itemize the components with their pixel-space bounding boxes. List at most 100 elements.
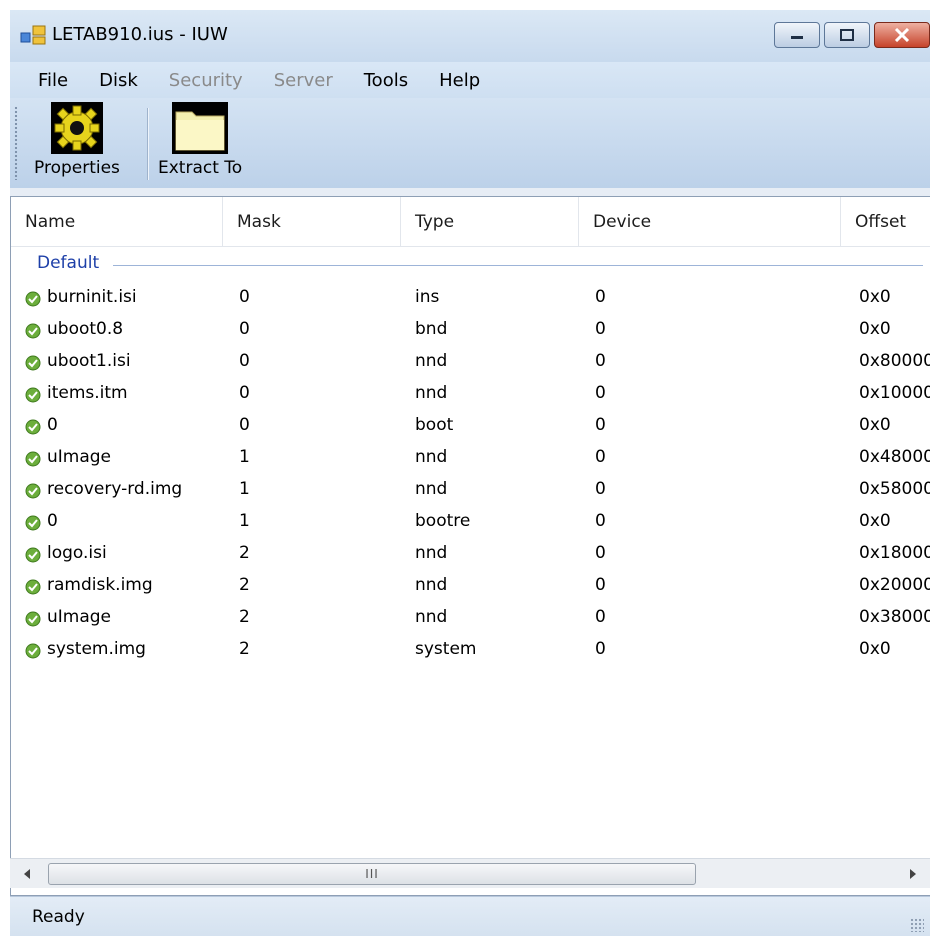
cell-name: burninit.isi <box>47 287 137 307</box>
menu-tools[interactable]: Tools <box>364 70 408 91</box>
cell-device: 0 <box>595 287 606 307</box>
check-circle-icon <box>25 419 41 435</box>
column-header-mask[interactable]: Mask <box>223 197 401 247</box>
folder-icon <box>172 102 229 154</box>
cell-mask: 1 <box>239 511 250 531</box>
menu-bar: File Disk Security Server Tools Help <box>10 62 930 98</box>
cell-name: recovery-rd.img <box>47 479 183 499</box>
table-row[interactable]: 0 0 boot 0 0x0 <box>11 411 930 443</box>
table-row[interactable]: items.itm 0 nnd 0 0x10000 <box>11 379 930 411</box>
minimize-button[interactable] <box>774 22 820 48</box>
properties-button[interactable]: Properties <box>34 102 120 184</box>
cell-name: uImage <box>47 607 112 627</box>
resize-grip[interactable] <box>910 918 924 932</box>
scroll-left-button[interactable] <box>10 859 44 889</box>
cell-device: 0 <box>595 575 606 595</box>
toolbar-separator <box>147 108 149 180</box>
column-header-name[interactable]: Name <box>11 197 223 247</box>
table-row[interactable]: system.img 2 system 0 0x0 <box>11 635 930 667</box>
cell-name: ramdisk.img <box>47 575 153 595</box>
cell-offset: 0x0 <box>859 287 891 307</box>
cell-mask: 2 <box>239 639 250 659</box>
close-icon <box>894 28 910 42</box>
cell-offset: 0x20000 <box>859 575 930 595</box>
status-bar: Ready <box>10 896 930 936</box>
column-header-offset[interactable]: Offset <box>841 197 930 247</box>
toolbar: Properties Extract To <box>10 98 930 188</box>
scroll-thumb[interactable]: III <box>48 863 696 885</box>
check-circle-icon <box>25 483 41 499</box>
cell-device: 0 <box>595 607 606 627</box>
menu-security[interactable]: Security <box>169 70 243 91</box>
menu-server[interactable]: Server <box>274 70 333 91</box>
title-bar: LETAB910.ius - IUW <box>10 10 930 62</box>
cell-device: 0 <box>595 415 606 435</box>
cell-type: nnd <box>415 351 448 371</box>
table-row[interactable]: logo.isi 2 nnd 0 0x18000 <box>11 539 930 571</box>
check-circle-icon <box>25 355 41 371</box>
cell-mask: 0 <box>239 319 250 339</box>
check-circle-icon <box>25 451 41 467</box>
group-label: Default <box>37 253 100 273</box>
cell-name: uboot0.8 <box>47 319 124 339</box>
cell-mask: 2 <box>239 607 250 627</box>
group-header[interactable]: Default <box>11 249 930 279</box>
check-circle-icon <box>25 579 41 595</box>
cell-device: 0 <box>595 351 606 371</box>
extract-to-label: Extract To <box>158 158 243 178</box>
cell-device: 0 <box>595 479 606 499</box>
cell-type: nnd <box>415 607 448 627</box>
check-circle-icon <box>25 323 41 339</box>
check-circle-icon <box>25 547 41 563</box>
table-row[interactable]: uboot0.8 0 bnd 0 0x0 <box>11 315 930 347</box>
cell-name: logo.isi <box>47 543 107 563</box>
check-circle-icon <box>25 611 41 627</box>
cell-type: bootre <box>415 511 471 531</box>
extract-to-button[interactable]: Extract To <box>158 102 242 184</box>
menu-file[interactable]: File <box>38 70 68 91</box>
maximize-button[interactable] <box>824 22 870 48</box>
cell-mask: 2 <box>239 543 250 563</box>
close-button[interactable] <box>874 22 930 48</box>
cell-offset: 0x80000 <box>859 351 930 371</box>
cell-type: bnd <box>415 319 448 339</box>
cell-mask: 1 <box>239 447 250 467</box>
minimize-icon <box>791 36 803 39</box>
cell-mask: 2 <box>239 575 250 595</box>
cell-type: nnd <box>415 383 448 403</box>
cell-type: system <box>415 639 477 659</box>
properties-label: Properties <box>34 158 120 178</box>
horizontal-scrollbar[interactable]: III <box>10 858 930 888</box>
table-row[interactable]: ramdisk.img 2 nnd 0 0x20000 <box>11 571 930 603</box>
cell-type: ins <box>415 287 440 307</box>
cell-device: 0 <box>595 511 606 531</box>
cell-type: nnd <box>415 447 448 467</box>
cell-device: 0 <box>595 447 606 467</box>
cell-offset: 0x0 <box>859 319 891 339</box>
check-circle-icon <box>25 291 41 307</box>
table-row[interactable]: 0 1 bootre 0 0x0 <box>11 507 930 539</box>
table-row[interactable]: recovery-rd.img 1 nnd 0 0x58000 <box>11 475 930 507</box>
table-row[interactable]: uImage 2 nnd 0 0x38000 <box>11 603 930 635</box>
cell-type: nnd <box>415 543 448 563</box>
list-rows: burninit.isi 0 ins 0 0x0 uboot0.8 0 bnd 0 0x0 uboo… <box>11 283 930 667</box>
group-divider <box>113 265 923 266</box>
maximize-icon <box>840 29 854 41</box>
column-header-type[interactable]: Type <box>401 197 579 247</box>
scroll-thumb-grip: III <box>365 867 379 881</box>
menu-help[interactable]: Help <box>439 70 480 91</box>
cell-name: items.itm <box>47 383 128 403</box>
cell-type: nnd <box>415 479 448 499</box>
table-row[interactable]: uImage 1 nnd 0 0x48000 <box>11 443 930 475</box>
column-header-device[interactable]: Device <box>579 197 841 247</box>
cell-type: boot <box>415 415 454 435</box>
toolbar-grip[interactable] <box>14 106 18 180</box>
scroll-right-button[interactable] <box>896 859 930 889</box>
toolbar-gap <box>10 188 930 196</box>
app-window-icon <box>20 25 46 45</box>
table-row[interactable]: uboot1.isi 0 nnd 0 0x80000 <box>11 347 930 379</box>
partition-list[interactable]: Name Mask Type Device Offset Default bur… <box>10 196 930 896</box>
menu-disk[interactable]: Disk <box>99 70 138 91</box>
table-row[interactable]: burninit.isi 0 ins 0 0x0 <box>11 283 930 315</box>
status-text: Ready <box>32 907 85 927</box>
